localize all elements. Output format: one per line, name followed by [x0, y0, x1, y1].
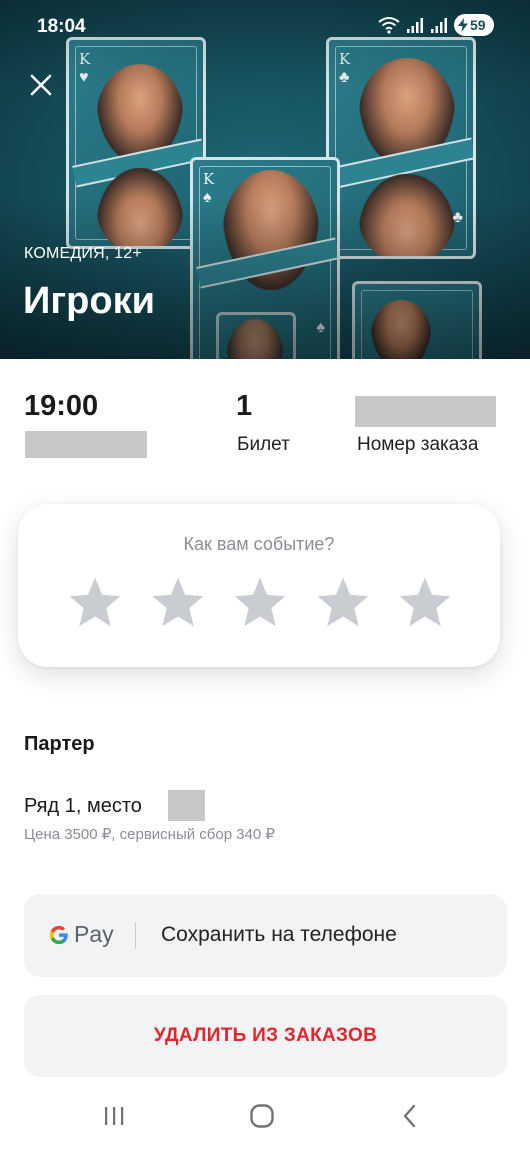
recent-apps-button[interactable] [94, 1099, 134, 1133]
status-time: 18:04 [37, 16, 86, 37]
google-pay-pay-text: Pay [74, 921, 114, 947]
ticket-count: 1 [236, 390, 253, 422]
gpay-divider [135, 922, 136, 949]
back-icon [403, 1104, 416, 1128]
event-genre-age: КОМЕДИЯ, 12+ [24, 245, 142, 262]
star-icon-4[interactable] [314, 574, 372, 632]
redacted-seat-number [168, 790, 205, 821]
signal-icon [407, 18, 423, 33]
seat-price: Цена 3500 ₽, сервисный сбор 340 ₽ [24, 826, 275, 843]
wifi-icon [378, 17, 400, 34]
event-hero-image: K ♥ K ♣ ♣ K ♠ ♠ КОМЕДИЯ, 12+ Игроки [0, 0, 530, 359]
signal-icon [431, 18, 447, 33]
star-icon-3[interactable] [231, 574, 289, 632]
delete-from-orders-button[interactable]: УДАЛИТЬ ИЗ ЗАКАЗОВ [24, 995, 507, 1077]
battery-level: 59 [470, 17, 486, 33]
close-icon [30, 74, 52, 96]
back-button[interactable] [390, 1099, 430, 1133]
seat-section: Партер [24, 733, 95, 755]
redacted-date [25, 431, 147, 458]
ticket-count-label: Билет [237, 434, 290, 455]
star-icon-5[interactable] [396, 574, 454, 632]
event-time: 19:00 [24, 390, 99, 422]
home-icon [250, 1104, 274, 1128]
battery-charging-icon [458, 18, 468, 32]
recent-apps-icon [105, 1107, 124, 1125]
star-icon-2[interactable] [149, 574, 207, 632]
save-to-phone-label: Сохранить на телефоне [161, 923, 397, 946]
event-title: Игроки [23, 280, 155, 322]
battery-indicator: 59 [454, 14, 494, 36]
delete-from-orders-label: УДАЛИТЬ ИЗ ЗАКАЗОВ [153, 1025, 378, 1046]
google-pay-logo: Pay [48, 921, 114, 948]
rating-card: Как вам событие? [18, 504, 500, 667]
order-number-label: Номер заказа [357, 434, 479, 455]
close-button[interactable] [24, 68, 58, 102]
status-bar: 18:04 59 [0, 0, 530, 44]
redacted-order-number [355, 396, 496, 427]
save-to-google-pay-button[interactable]: Pay Сохранить на телефоне [24, 894, 507, 977]
star-icon-1[interactable] [66, 574, 124, 632]
seat-row-place: Ряд 1, место [24, 795, 142, 817]
system-navigation-bar [0, 1083, 530, 1149]
google-g-icon [49, 925, 68, 944]
rating-question: Как вам событие? [183, 534, 335, 554]
home-button[interactable] [242, 1099, 282, 1133]
rating-stars [66, 574, 454, 632]
